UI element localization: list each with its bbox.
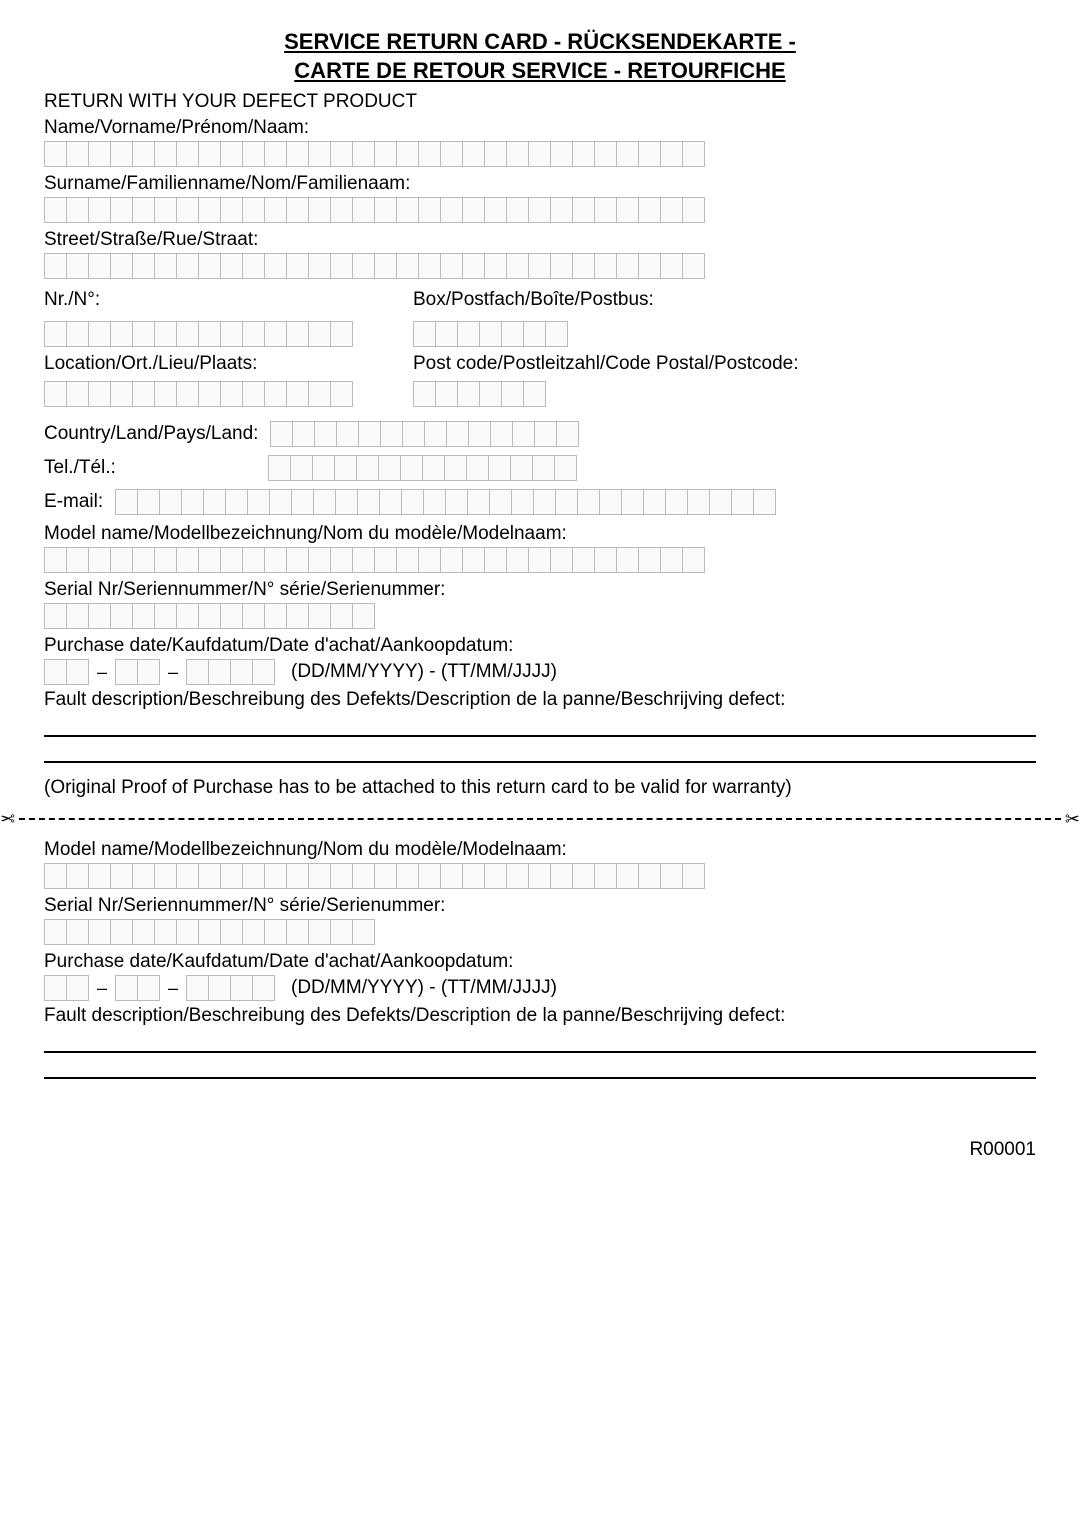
proof-note: (Original Proof of Purchase has to be at… bbox=[44, 777, 1036, 799]
cut-line: ✂ ✂ bbox=[0, 807, 1080, 831]
model-input[interactable] bbox=[44, 547, 1036, 573]
model-input-2[interactable] bbox=[44, 863, 1036, 889]
footer-code: R00001 bbox=[44, 1139, 1036, 1161]
country-label: Country/Land/Pays/Land: bbox=[44, 423, 258, 445]
date-format-hint: (DD/MM/YYYY) - (TT/MM/JJJJ) bbox=[291, 661, 557, 683]
serial-label: Serial Nr/Seriennummer/N° série/Serienum… bbox=[44, 579, 1036, 601]
fault-line[interactable] bbox=[44, 743, 1036, 763]
dash-icon: – bbox=[95, 662, 109, 683]
serial-label-2: Serial Nr/Seriennummer/N° série/Serienum… bbox=[44, 895, 1036, 917]
purchase-label: Purchase date/Kaufdatum/Date d'achat/Aan… bbox=[44, 635, 1036, 657]
fault-line[interactable] bbox=[44, 1033, 1036, 1053]
fault-label-2: Fault description/Beschreibung des Defek… bbox=[44, 1005, 1036, 1027]
purchase-date-input-2[interactable]: – – (DD/MM/YYYY) - (TT/MM/JJJJ) bbox=[44, 975, 1036, 1001]
dash-icon: – bbox=[166, 978, 180, 999]
name-input[interactable] bbox=[44, 141, 1036, 167]
email-label: E-mail: bbox=[44, 491, 103, 513]
dash-icon: – bbox=[166, 662, 180, 683]
fault-line[interactable] bbox=[44, 1059, 1036, 1079]
tel-input[interactable] bbox=[268, 455, 577, 481]
location-label: Location/Ort./Lieu/Plaats: bbox=[44, 353, 353, 375]
country-input[interactable] bbox=[270, 421, 579, 447]
serial-input-2[interactable] bbox=[44, 919, 1036, 945]
serial-input[interactable] bbox=[44, 603, 1036, 629]
postcode-input[interactable] bbox=[413, 381, 799, 407]
nr-input[interactable] bbox=[44, 321, 353, 347]
scissors-icon: ✂ bbox=[0, 810, 15, 828]
purchase-label-2: Purchase date/Kaufdatum/Date d'achat/Aan… bbox=[44, 951, 1036, 973]
location-input[interactable] bbox=[44, 381, 353, 407]
scissors-icon: ✂ bbox=[1065, 810, 1080, 828]
fault-line[interactable] bbox=[44, 717, 1036, 737]
date-format-hint-2: (DD/MM/YYYY) - (TT/MM/JJJJ) bbox=[291, 977, 557, 999]
surname-input[interactable] bbox=[44, 197, 1036, 223]
tel-label: Tel./Tél.: bbox=[44, 457, 256, 479]
dash-icon: – bbox=[95, 978, 109, 999]
postcode-label: Post code/Postleitzahl/Code Postal/Postc… bbox=[413, 353, 799, 375]
purchase-date-input[interactable]: – – (DD/MM/YYYY) - (TT/MM/JJJJ) bbox=[44, 659, 1036, 685]
nr-label: Nr./N°: bbox=[44, 289, 353, 311]
title-line-1: SERVICE RETURN CARD - RÜCKSENDEKARTE - bbox=[44, 28, 1036, 57]
return-with-heading: RETURN WITH YOUR DEFECT PRODUCT bbox=[44, 91, 1036, 113]
box-input[interactable] bbox=[413, 321, 799, 347]
surname-label: Surname/Familienname/Nom/Familienaam: bbox=[44, 173, 1036, 195]
street-label: Street/Straße/Rue/Straat: bbox=[44, 229, 1036, 251]
fault-label: Fault description/Beschreibung des Defek… bbox=[44, 689, 1036, 711]
street-input[interactable] bbox=[44, 253, 1036, 279]
model-label-2: Model name/Modellbezeichnung/Nom du modè… bbox=[44, 839, 1036, 861]
model-label: Model name/Modellbezeichnung/Nom du modè… bbox=[44, 523, 1036, 545]
box-label: Box/Postfach/Boîte/Postbus: bbox=[413, 289, 799, 311]
title-line-2: CARTE DE RETOUR SERVICE - RETOURFICHE bbox=[44, 57, 1036, 86]
email-input[interactable] bbox=[115, 489, 776, 515]
name-label: Name/Vorname/Prénom/Naam: bbox=[44, 117, 1036, 139]
